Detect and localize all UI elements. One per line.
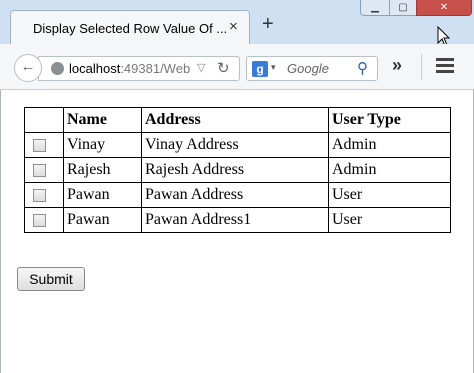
header-name: Name (63, 107, 142, 133)
url-text: localhost:49381/Web (69, 61, 191, 76)
url-dropdown-icon[interactable]: ▽ (197, 61, 205, 74)
cell-name: Pawan (63, 207, 142, 233)
cell-address: Rajesh Address (141, 157, 329, 183)
header-user-type: User Type (328, 107, 451, 133)
row-checkbox[interactable] (33, 138, 46, 152)
cell-user-type: Admin (328, 132, 451, 158)
table-row: Rajesh Rajesh Address Admin (24, 157, 451, 183)
search-icon[interactable]: ⚲ (357, 59, 368, 77)
maximize-icon[interactable]: ▢ (389, 0, 417, 16)
row-checkbox[interactable] (33, 163, 46, 177)
cell-user-type: User (328, 182, 451, 208)
window-controls: ▁ ▢ ✕ (360, 0, 472, 17)
table-row: Vinay Vinay Address Admin (24, 132, 451, 158)
cell-name: Vinay (63, 132, 142, 158)
user-grid: Name Address User Type Vinay Vinay Addre… (24, 107, 451, 233)
back-arrow-icon: ← (20, 58, 36, 75)
search-placeholder: Google (287, 61, 329, 76)
close-window-icon[interactable]: ✕ (416, 0, 472, 16)
row-checkbox[interactable] (33, 213, 46, 227)
search-engine-dropdown-icon[interactable]: ▾ (271, 62, 276, 73)
minimize-icon[interactable]: ▁ (360, 0, 390, 16)
cell-name: Pawan (63, 182, 142, 208)
page-content: Name Address User Type Vinay Vinay Addre… (0, 90, 474, 373)
address-bar[interactable]: localhost:49381/Web ▽ ↻ (38, 56, 240, 81)
header-address: Address (141, 107, 329, 133)
title-bar: Display Selected Row Value Of ... × + ▁ … (0, 0, 474, 44)
reload-icon[interactable]: ↻ (217, 59, 230, 77)
submit-button[interactable]: Submit (17, 267, 85, 291)
cell-user-type: User (328, 207, 451, 233)
table-row: Pawan Pawan Address1 User (24, 207, 451, 233)
tab-title: Display Selected Row Value Of ... (33, 21, 228, 36)
cell-name: Rajesh (63, 157, 142, 183)
table-row: Pawan Pawan Address User (24, 182, 451, 208)
table-header-row: Name Address User Type (24, 107, 451, 133)
navigation-toolbar: localhost:49381/Web ▽ ↻ ← g ▾ Google ⚲ (0, 44, 474, 90)
google-search-engine-icon[interactable]: g (252, 61, 268, 77)
new-tab-icon[interactable]: + (262, 14, 274, 34)
header-select (24, 107, 64, 133)
tab-close-icon[interactable]: × (229, 18, 238, 35)
toolbar-overflow-icon[interactable]: » (392, 55, 402, 76)
hamburger-menu-icon[interactable] (436, 58, 454, 74)
browser-tab[interactable]: Display Selected Row Value Of ... × (10, 10, 250, 44)
cell-address: Pawan Address (141, 182, 329, 208)
cell-address: Pawan Address1 (141, 207, 329, 233)
row-checkbox[interactable] (33, 188, 46, 202)
back-button[interactable]: ← (14, 54, 42, 82)
cell-user-type: Admin (328, 157, 451, 183)
toolbar-separator (421, 54, 422, 80)
globe-icon (51, 62, 64, 75)
search-input[interactable]: g ▾ Google ⚲ (246, 56, 378, 81)
cell-address: Vinay Address (141, 132, 329, 158)
